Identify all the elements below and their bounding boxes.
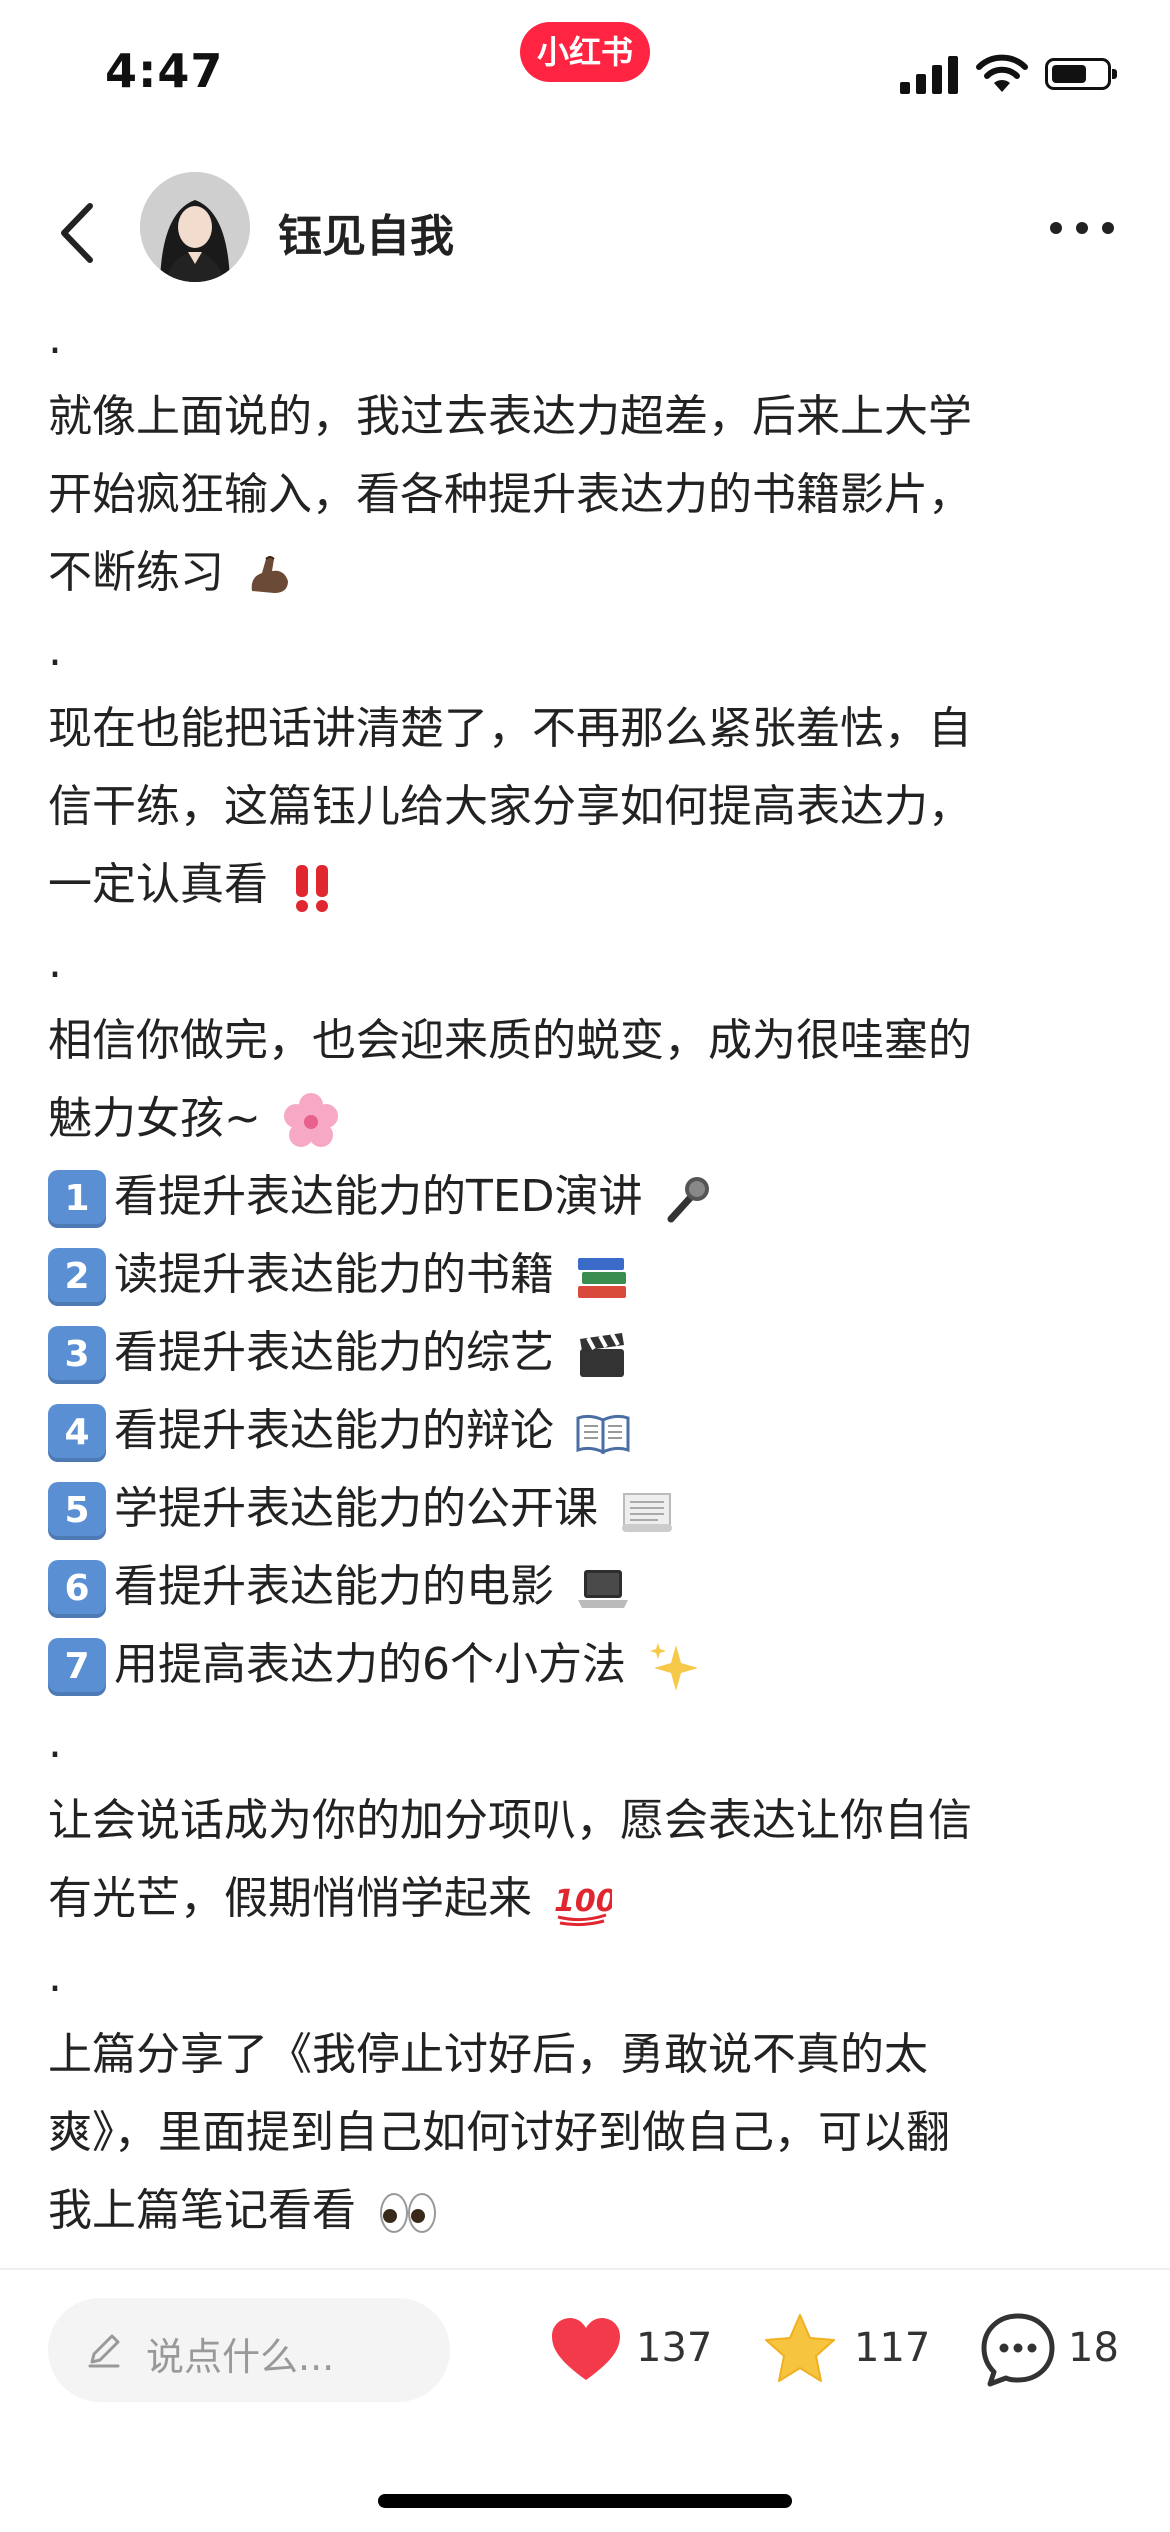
cherry-blossom-icon — [283, 1093, 338, 1147]
author-avatar[interactable] — [140, 172, 250, 282]
wifi-icon — [976, 54, 1028, 92]
body-line: 就像上面说的，我过去表达力超差，后来上大学 — [48, 391, 972, 442]
heart-icon — [552, 2318, 620, 2380]
note-body: . 就像上面说的，我过去表达力超差，后来上大学 开始疯狂输入，看各种提升表达力的… — [48, 300, 1128, 2250]
status-bar: 4:47 小红书 — [0, 0, 1170, 140]
body-text: 一定认真看 — [48, 859, 268, 910]
list-item-text: 学提升表达能力的公开课 — [114, 1483, 598, 1534]
sparkles-icon — [650, 1643, 698, 1691]
body-line: 信干练，这篇钰儿给大家分享如何提高表达力， — [48, 781, 972, 832]
body-line: 开始疯狂输入，看各种提升表达力的书籍影片， — [48, 469, 972, 520]
body-text: 有光芒，假期悄悄学起来 — [48, 1873, 532, 1924]
body-line: 我上篇笔记看看 — [48, 2172, 1128, 2250]
author-name[interactable]: 钰见自我 — [278, 200, 454, 264]
list-item-text: 看提升表达能力的辩论 — [114, 1405, 554, 1456]
list-item: 1 看提升表达能力的TED演讲 — [48, 1158, 1128, 1236]
comment-bubble-icon — [981, 2313, 1055, 2387]
like-button[interactable]: 137 — [548, 2305, 712, 2395]
more-options-icon[interactable] — [1050, 222, 1120, 242]
body-text: 魅力女孩~ — [48, 1093, 261, 1144]
microphone-icon — [667, 1177, 709, 1223]
comment-placeholder: 说点什么... — [146, 2335, 335, 2379]
body-line: 有光芒，假期悄悄学起来 100 — [48, 1860, 1128, 1938]
keycap-number: 3 — [48, 1326, 106, 1384]
battery-icon — [1045, 58, 1117, 90]
body-line: . — [48, 937, 62, 988]
body-line: . — [48, 1951, 62, 2002]
list-item: 3 看提升表达能力的综艺 — [48, 1314, 1128, 1392]
status-icons — [900, 54, 1120, 94]
list-item: 7 用提高表达力的6个小方法 — [48, 1626, 1128, 1704]
body-line: 一定认真看 — [48, 846, 1128, 924]
open-book-icon — [576, 1414, 630, 1455]
laptop-icon — [578, 1570, 628, 1608]
favorite-count: 117 — [854, 2325, 931, 2371]
keycap-number: 6 — [48, 1560, 106, 1618]
note-header: 钰见自我 — [0, 160, 1170, 300]
body-line: 相信你做完，也会迎来质的蜕变，成为很哇塞的 — [48, 1015, 972, 1066]
list-item-text: 读提升表达能力的书籍 — [114, 1249, 554, 1300]
body-line: 上篇分享了《我停止讨好后，勇敢说不真的太 — [48, 2029, 928, 2080]
keycap-number: 7 — [48, 1638, 106, 1696]
list-item-text: 用提高表达力的6个小方法 — [114, 1639, 626, 1690]
body-line: . — [48, 1717, 62, 1768]
list-item-text: 看提升表达能力的电影 — [114, 1561, 554, 1612]
list-item: 5 学提升表达能力的公开课 — [48, 1470, 1128, 1548]
back-arrow-icon[interactable] — [50, 198, 110, 268]
keycap-number: 2 — [48, 1248, 106, 1306]
bottom-divider — [0, 2268, 1170, 2270]
body-line: 魅力女孩~ — [48, 1080, 1128, 1158]
books-icon — [578, 1258, 626, 1298]
body-line: 爽》，里面提到自己如何讨好到做自己，可以翻 — [48, 2107, 950, 2158]
comment-input[interactable]: 说点什么... — [48, 2298, 450, 2402]
status-time: 4:47 — [105, 44, 224, 98]
body-text: 我上篇笔记看看 — [48, 2185, 356, 2236]
body-line: 现在也能把话讲清楚了，不再那么紧张羞怯，自 — [48, 703, 972, 754]
list-item-text: 看提升表达能力的综艺 — [114, 1327, 554, 1378]
hundred-points-icon: 100 — [554, 1884, 612, 1927]
double-exclamation-icon — [296, 865, 328, 912]
body-line: . — [48, 625, 62, 676]
keycap-number: 4 — [48, 1404, 106, 1462]
clapperboard-icon — [580, 1333, 624, 1377]
body-text: 不断练习 — [48, 547, 224, 598]
star-icon — [765, 2314, 835, 2382]
body-line: 不断练习 — [48, 534, 1128, 612]
home-indicator[interactable] — [378, 2494, 792, 2508]
eyes-icon — [380, 2193, 436, 2233]
list-item: 4 看提升表达能力的辩论 — [48, 1392, 1128, 1470]
app-badge: 小红书 — [520, 22, 650, 82]
list-item: 6 看提升表达能力的电影 — [48, 1548, 1128, 1626]
comment-button[interactable]: 18 — [978, 2305, 1128, 2395]
favorite-button[interactable]: 117 — [762, 2305, 930, 2395]
list-item-text: 看提升表达能力的TED演讲 — [114, 1171, 643, 1222]
flexed-bicep-icon — [251, 556, 288, 593]
comment-count: 18 — [1068, 2325, 1119, 2371]
keycap-number: 5 — [48, 1482, 106, 1540]
like-count: 137 — [636, 2325, 713, 2371]
body-line: 让会说话成为你的加分项叭，愿会表达让你自信 — [48, 1795, 972, 1846]
scroll-icon — [622, 1493, 672, 1532]
cellular-signal-icon — [900, 54, 958, 94]
pencil-icon — [88, 2334, 120, 2368]
list-item: 2 读提升表达能力的书籍 — [48, 1236, 1128, 1314]
keycap-number: 1 — [48, 1170, 106, 1228]
body-line: . — [48, 313, 62, 364]
svg-text:100: 100 — [554, 1884, 612, 1919]
